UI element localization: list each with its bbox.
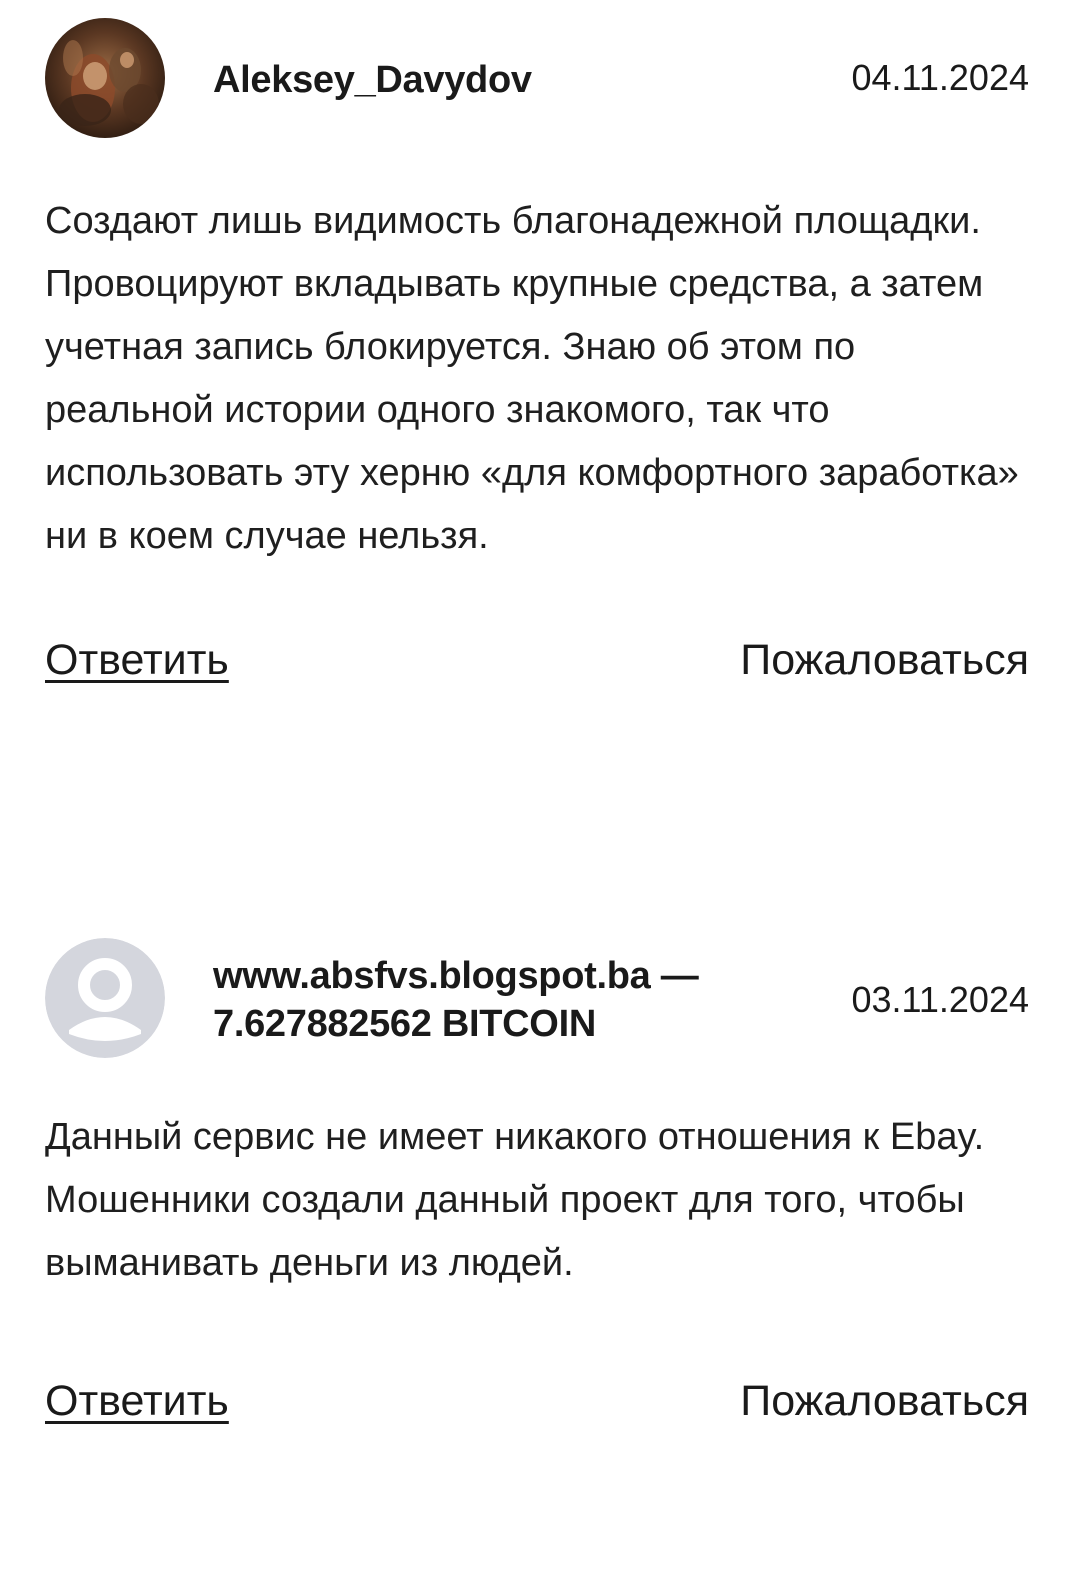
avatar [45,938,165,1058]
comment-actions: Ответить Пожаловаться [45,636,1029,696]
comment-header: Aleksey_Davydov 04.11.2024 [45,18,1029,140]
comment-header: www.absfvs.blogspot.ba — 7.627882562 BIT… [45,938,1029,1060]
report-button[interactable]: Пожаловаться [740,1377,1029,1426]
comment-date: 03.11.2024 [851,979,1029,1020]
comment-date: 04.11.2024 [851,57,1029,98]
comment-text: Данный сервис не имеет никакого отношени… [45,1116,985,1284]
comment-actions: Ответить Пожаловаться [45,1377,1029,1437]
reply-button[interactable]: Ответить [45,1377,229,1426]
comment-author[interactable]: Aleksey_Davydov [213,56,532,104]
avatar [45,18,165,138]
comment-item: www.absfvs.blogspot.ba — 7.627882562 BIT… [45,938,1029,1437]
comment-item: Aleksey_Davydov 04.11.2024 Создают лишь … [45,18,1029,696]
report-button[interactable]: Пожаловаться [740,636,1029,685]
painting-avatar-icon [45,18,165,138]
comment-author[interactable]: www.absfvs.blogspot.ba — 7.627882562 BIT… [213,952,753,1048]
default-user-avatar-icon [45,938,165,1058]
reply-button[interactable]: Ответить [45,636,229,685]
comment-text: Создают лишь видимость благонадежной пло… [45,200,1019,557]
